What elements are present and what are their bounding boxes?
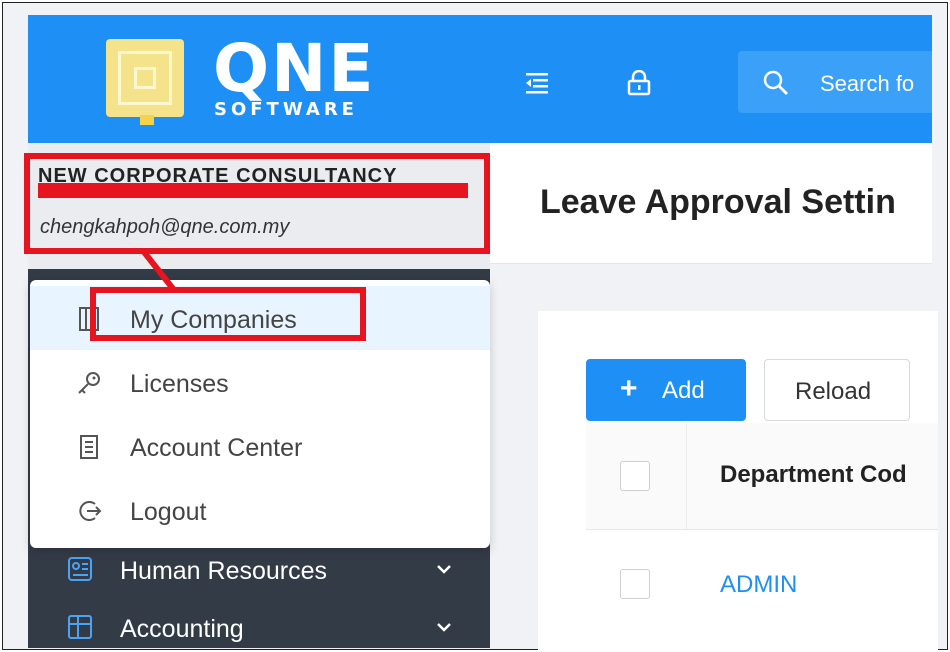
sidebar-item-label: Accounting [120,615,244,643]
department-code-link[interactable]: ADMIN [720,571,797,599]
annotation-box-my-companies [90,287,366,341]
annotation-connector [141,250,177,292]
plus-icon: + [620,372,638,405]
sidebar-item-accounting[interactable]: Accounting [28,607,490,651]
main-content: Leave Approval Settin + Add Reload Depar… [490,143,938,651]
menu-item-account-center[interactable]: Account Center [30,414,490,478]
logo-text: QNE [213,30,376,107]
search-placeholder: Search fo [820,71,915,96]
table-row: ADMIN [586,529,938,639]
sidebar-item-label: Human Resources [120,557,328,585]
qne-logo-icon[interactable] [106,39,184,117]
lock-icon[interactable] [626,70,652,96]
row-checkbox[interactable] [620,569,650,599]
accounting-icon [68,615,92,639]
menu-item-licenses[interactable]: Licenses [30,350,490,414]
hr-icon [68,557,92,581]
page-title: Leave Approval Settin [540,183,896,221]
logo-stem [140,115,154,125]
menu-collapse-icon[interactable] [524,70,550,96]
logo-subtext: SOFTWARE [214,99,358,120]
search-input[interactable]: Search fo [738,51,932,113]
key-icon [78,372,100,394]
menu-item-label: Account Center [130,434,303,462]
add-button-label: Add [662,377,705,404]
chevron-down-icon [437,623,451,632]
select-all-checkbox[interactable] [620,461,650,491]
logout-icon [79,501,102,521]
search-icon [763,70,788,95]
content-card: + Add Reload Department Cod ADMIN [538,311,938,651]
table-header: Department Cod [586,423,938,530]
top-header-bar: QNE SOFTWARE Search fo [28,15,932,143]
document-icon [80,435,98,459]
chevron-down-icon [437,565,451,574]
add-button[interactable]: + Add [586,359,746,421]
column-header-department-code[interactable]: Department Cod [720,461,907,489]
menu-item-label: Licenses [130,370,229,398]
annotation-box-user-info [24,153,490,254]
column-divider [686,423,687,529]
page-header: Leave Approval Settin [490,143,932,264]
sidebar-item-human-resources[interactable]: Human Resources [28,549,490,593]
reload-button-label: Reload [795,378,872,405]
menu-item-logout[interactable]: Logout [30,478,490,542]
reload-button[interactable]: Reload [764,359,910,421]
menu-item-label: Logout [130,498,207,526]
